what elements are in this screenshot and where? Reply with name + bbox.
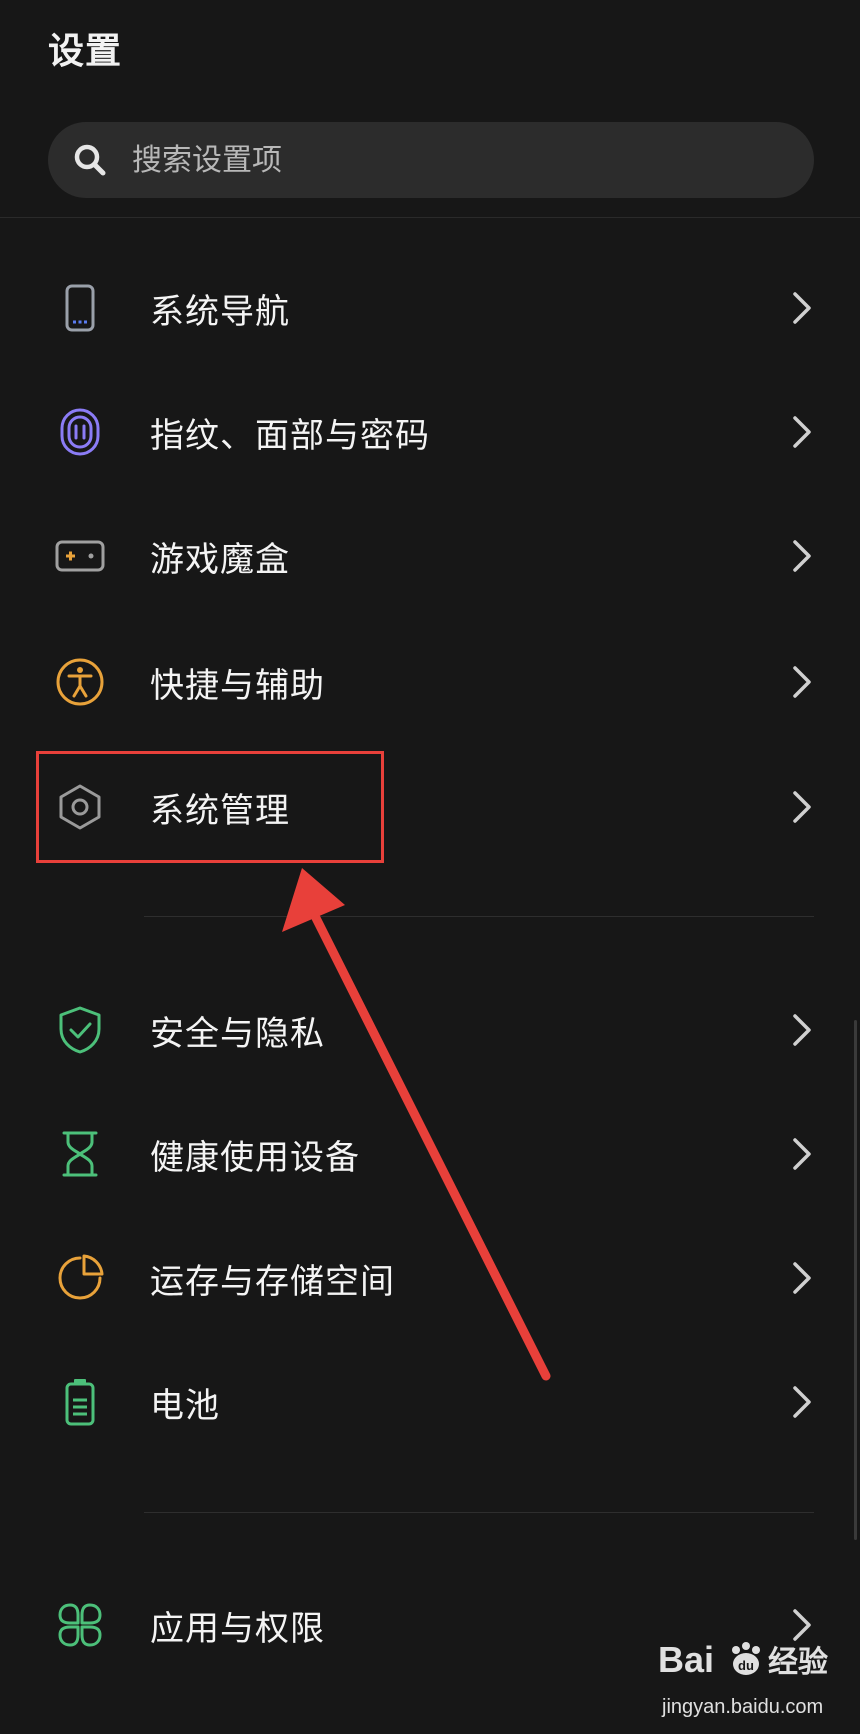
settings-item-system-navigation[interactable]: 系统导航 bbox=[0, 252, 860, 364]
accessibility-icon bbox=[54, 656, 106, 708]
settings-item-label: 系统导航 bbox=[150, 291, 290, 332]
settings-item-shortcuts-accessibility[interactable]: 快捷与辅助 bbox=[0, 626, 860, 738]
phone-navigation-icon bbox=[54, 282, 106, 334]
watermark-url: jingyan.baidu.com bbox=[662, 1696, 824, 1718]
settings-item-battery[interactable]: 电池 bbox=[0, 1346, 860, 1458]
shield-check-icon bbox=[54, 1004, 106, 1056]
group-divider bbox=[144, 1512, 814, 1513]
chevron-right-icon bbox=[790, 789, 814, 825]
chevron-right-icon bbox=[790, 538, 814, 574]
chevron-right-icon bbox=[790, 1012, 814, 1048]
settings-item-system-management[interactable]: 系统管理 bbox=[0, 751, 860, 863]
hexagon-settings-icon bbox=[54, 781, 106, 833]
settings-item-label: 应用与权限 bbox=[150, 1608, 325, 1649]
settings-item-fingerprint-face-password[interactable]: 指纹、面部与密码 bbox=[0, 376, 860, 488]
chevron-right-icon bbox=[790, 1384, 814, 1420]
search-bar[interactable] bbox=[48, 122, 814, 198]
settings-item-label: 运存与存储空间 bbox=[150, 1261, 395, 1302]
gamepad-icon bbox=[54, 530, 106, 582]
svg-text:经验: 经验 bbox=[768, 1645, 828, 1680]
battery-icon bbox=[54, 1376, 106, 1428]
settings-item-label: 安全与隐私 bbox=[150, 1013, 325, 1054]
apps-grid-icon bbox=[54, 1599, 106, 1651]
svg-text:Bai: Bai bbox=[658, 1639, 714, 1680]
scrollbar-thumb[interactable] bbox=[854, 1020, 857, 1540]
baidu-jingyan-watermark: Bai du 经验 jingyan.baidu.com bbox=[650, 1630, 850, 1726]
settings-item-label: 系统管理 bbox=[150, 790, 290, 831]
page-title: 设置 bbox=[48, 31, 123, 72]
settings-item-label: 快捷与辅助 bbox=[150, 665, 325, 706]
search-icon bbox=[74, 144, 106, 176]
hourglass-icon bbox=[54, 1128, 106, 1180]
search-input[interactable] bbox=[132, 142, 732, 178]
chevron-right-icon bbox=[790, 1136, 814, 1172]
group-divider bbox=[144, 916, 814, 917]
pie-chart-icon bbox=[54, 1252, 106, 1304]
chevron-right-icon bbox=[790, 290, 814, 326]
settings-item-memory-storage[interactable]: 运存与存储空间 bbox=[0, 1222, 860, 1334]
settings-item-label: 电池 bbox=[150, 1385, 220, 1426]
settings-item-digital-wellbeing[interactable]: 健康使用设备 bbox=[0, 1098, 860, 1210]
settings-item-label: 游戏魔盒 bbox=[150, 539, 290, 580]
baidu-logo-icon: Bai du 经验 bbox=[658, 1639, 828, 1680]
settings-item-label: 健康使用设备 bbox=[150, 1137, 360, 1178]
svg-text:du: du bbox=[738, 1658, 754, 1673]
settings-item-security-privacy[interactable]: 安全与隐私 bbox=[0, 974, 860, 1086]
settings-item-game-box[interactable]: 游戏魔盒 bbox=[0, 500, 860, 612]
chevron-right-icon bbox=[790, 664, 814, 700]
fingerprint-icon bbox=[54, 406, 106, 458]
settings-item-label: 指纹、面部与密码 bbox=[150, 415, 430, 456]
chevron-right-icon bbox=[790, 414, 814, 450]
top-divider bbox=[0, 217, 860, 218]
chevron-right-icon bbox=[790, 1260, 814, 1296]
